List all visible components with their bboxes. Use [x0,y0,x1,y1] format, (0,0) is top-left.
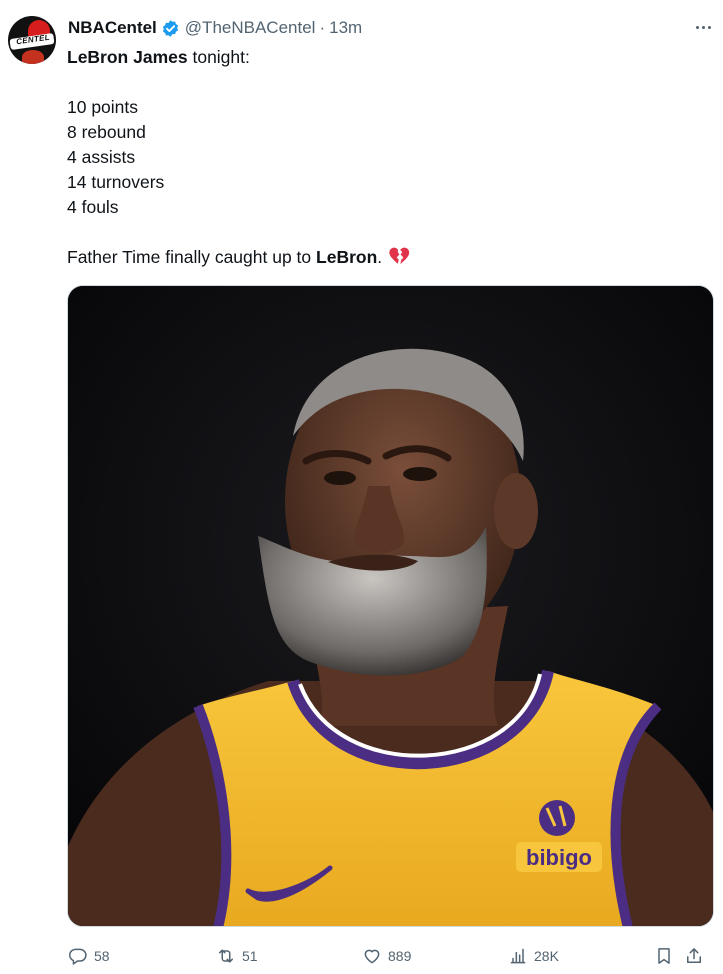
repost-button[interactable]: 51 [216,944,258,968]
repost-count: 51 [242,948,258,964]
header-separator: · [319,18,326,37]
action-bar: 58 51 889 28K [66,944,712,968]
stat-line: 8 rebound [67,122,146,142]
bookmark-icon [658,948,670,964]
tweet-timestamp[interactable]: 13m [329,18,362,38]
views-button[interactable]: 28K [508,944,559,968]
reply-count: 58 [94,948,110,964]
more-options-icon[interactable] [690,16,716,38]
like-button[interactable]: 889 [362,944,411,968]
tweet-image[interactable]: bibigo [67,285,714,927]
mention-bold: LeBron James [67,47,188,67]
repost-icon [219,949,233,963]
stat-line: 10 points [67,97,139,117]
share-icon [687,948,701,963]
bookmark-button[interactable] [654,944,674,968]
tweet-text: LeBron James tonight: 10 points 8 reboun… [67,45,697,270]
avatar[interactable]: CENTEL [8,16,56,64]
stat-line: 14 turnovers [67,172,165,192]
author-handle[interactable]: @TheNBACentel [185,18,316,38]
share-button[interactable] [684,944,704,968]
tweet-line-closing: Father Time finally caught up to LeBron. [67,245,697,270]
like-count: 889 [388,948,412,964]
author-name[interactable]: NBACentel [68,18,157,38]
reply-icon [68,948,87,965]
reply-button[interactable]: 58 [68,944,110,968]
tweet-card[interactable]: CENTEL NBACentel @TheNBACentel · 13m LeB… [0,0,723,974]
sponsor-text: bibigo [526,845,592,870]
player-photo: bibigo [68,286,713,926]
view-count: 28K [534,948,559,964]
heart-icon [364,949,380,964]
verified-badge-icon [162,19,178,37]
broken-heart-icon [389,247,410,265]
analytics-icon [510,948,526,964]
tweet-line-intro: LeBron James tonight: [67,47,250,67]
tweet-header: NBACentel @TheNBACentel · 13m [68,17,362,39]
stat-line: 4 fouls [67,197,119,217]
stat-line: 4 assists [67,147,136,167]
